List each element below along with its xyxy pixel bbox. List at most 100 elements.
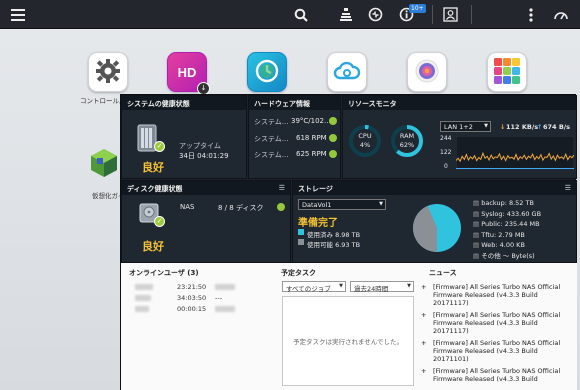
divider [471,5,472,24]
bottom-section: オンラインユーザ (3) 23:21:50 34:03:50 --- 00:00:… [121,263,577,390]
virtualization-app[interactable] [88,147,124,183]
ok-status-icon [329,117,337,125]
used-swatch [298,229,304,235]
news-item[interactable]: + [Firmware] All Series Turbo NAS Officia… [421,339,571,363]
more-options-icon[interactable] [521,5,540,24]
ok-status-icon [329,150,337,158]
app-center-app[interactable] [487,52,527,92]
ok-status-icon [277,203,285,211]
scheduled-tasks-title: 予定タスク [281,269,316,277]
disk-count: 8 / 8 ディスク [218,204,264,212]
widget-title: ディスク健康状態 [122,181,290,195]
ok-status-icon [329,134,337,142]
legend-item: ▤ Web: 4.00 KB [473,241,525,250]
user-account-icon[interactable] [441,5,460,24]
online-users-title: オンラインユーザ (3) [129,269,199,277]
external-device-icon[interactable] [366,5,385,24]
lan-select[interactable]: LAN 1+2 ▼ [440,121,491,132]
job-filter-select[interactable]: すべてのジョブ ▼ [282,281,346,293]
backup-clock-icon [254,58,280,86]
expand-icon: + [421,311,427,319]
chevron-down-icon: ▼ [339,283,343,289]
disk-status: 良好 [142,240,164,253]
control-panel-app[interactable] [88,52,128,92]
ram-label: RAM [399,132,415,140]
time-range-value: 過去24時間 [354,285,389,293]
folder-icon: ▤ [473,230,482,239]
redacted-ip [215,306,235,312]
list-item: 00:00:15 [129,305,269,316]
hw-row-label: システム... [254,135,289,143]
cloud-app[interactable] [327,52,367,92]
top-bar: 10+ [0,0,580,29]
redacted-user [135,306,149,312]
cloud-icon [333,60,361,84]
rx-arrow-icon: ↓ [500,123,506,131]
list-item: 34:03:50 --- [129,294,269,305]
ok-check-icon: ✓ [154,216,165,227]
widget-title: システムの健康状態 [122,96,246,110]
news-item[interactable]: + [Firmware] All Series Turbo NAS Officia… [421,311,571,335]
tx-rate: 674 B/s [543,123,571,131]
rx-rate: 112 KB/s [506,123,539,131]
hw-row-value: 618 RPM [296,134,327,142]
uptime-value: 34日 04:01:29 [179,152,229,160]
background-task-icon[interactable] [336,5,355,24]
legend-item: ▤ Syslog: 433.60 GB [473,209,542,218]
y-tick: 244 [440,135,452,142]
hardware-info-widget[interactable]: ハードウェア情報 システム... 39°C/102... システム... 618… [248,95,341,179]
system-status: 良好 [142,161,164,174]
menu-icon[interactable]: ☰ [279,184,285,192]
search-icon[interactable] [291,5,310,24]
y-tick: 0 [444,163,448,170]
main-menu-icon[interactable] [8,5,27,24]
cpu-value: 4% [359,141,371,149]
legend-item: ▤ Public: 235.44 MB [473,220,540,229]
online-users-list: 23:21:50 34:03:50 --- 00:00:15 [129,283,269,316]
app-label: コントロールパ [80,97,126,105]
disk-health-widget[interactable]: ディスク健康状態 ☰ ✓ NAS 8 / 8 ディスク 良好 [121,180,291,263]
hw-row-value: 39°C/102... [291,117,331,125]
news-item[interactable]: + [Firmware] All Series Turbo NAS Officia… [421,367,571,383]
hd-station-app[interactable]: HD ↓ [167,52,210,95]
volume-select[interactable]: DataVol1 ▼ [298,199,386,210]
tx-arrow-icon: ↑ [537,123,543,131]
folder-icon: ▤ [473,251,482,260]
notification-count-badge: 10+ [409,4,426,13]
chevron-down-icon: ▼ [484,123,488,129]
y-tick: 122 [440,149,452,156]
redacted-ip [215,284,235,290]
photo-app[interactable] [407,52,447,92]
network-chart [456,136,574,170]
uptime-label: アップタイム [179,142,221,150]
hw-row-value: 625 RPM [296,150,327,158]
empty-message: 予定タスクは実行されませんでした。 [293,338,403,346]
cpu-label: CPU [358,132,372,140]
legend-item: ▤ Tftu: 2.79 MB [473,230,525,239]
chevron-down-icon: ▼ [407,283,411,289]
redacted-user [135,295,151,301]
system-health-widget[interactable]: システムの健康状態 ✓ アップタイム 34日 04:01:29 良好 [121,95,247,179]
chevron-down-icon: ▼ [379,201,383,207]
divider [432,5,433,24]
widget-title: ハードウェア情報 [249,96,340,110]
backup-app[interactable] [247,52,287,92]
news-item[interactable]: + [Firmware] All Series Turbo NAS Officia… [421,283,571,307]
resource-monitor-widget[interactable]: リソースモニタ CPU 4% RAM 62% LAN 1+2 ▼ ↓ 112 KB… [342,95,577,179]
photo-app-icon [414,58,440,86]
dashboard-panel: システムの健康状態 ✓ アップタイム 34日 04:01:29 良好 ハードウェ… [120,94,577,390]
time-range-select[interactable]: 過去24時間 ▼ [350,281,414,293]
lan-select-value: LAN 1+2 [444,123,473,131]
free-swatch [298,239,304,245]
storage-legend: ▤ backup: 8.52 TB ▤ Syslog: 433.60 GB ▤ … [473,198,541,262]
hw-row-label: システム... [254,151,289,159]
app-center-icon [493,57,521,87]
scheduled-tasks-list: 予定タスクは実行されませんでした。 [282,296,414,386]
dashboard-icon[interactable] [551,5,570,24]
news-title: ニュース [429,269,457,277]
menu-icon[interactable]: ☰ [565,184,571,192]
hw-row-label: システム... [254,118,289,126]
storage-status: 準備完了 [298,218,338,229]
folder-icon: ▤ [473,209,482,218]
storage-widget[interactable]: ストレージ ☰ DataVol1 ▼ 準備完了 使用済み 8.98 TB 使用可能… [292,180,577,263]
